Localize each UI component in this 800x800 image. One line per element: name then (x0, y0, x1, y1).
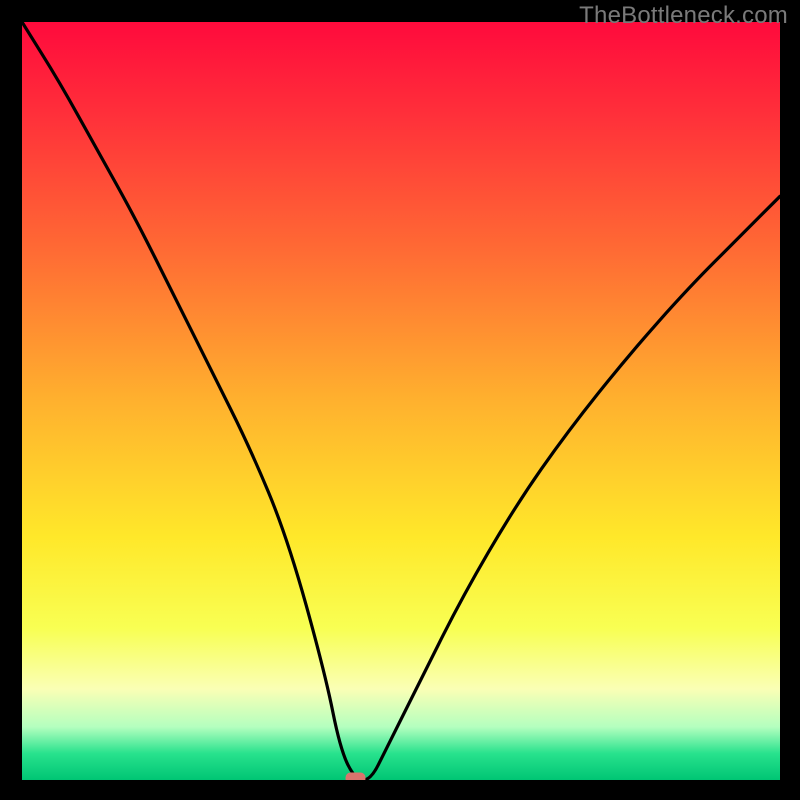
chart-frame: TheBottleneck.com (0, 0, 800, 800)
watermark-text: TheBottleneck.com (579, 2, 788, 30)
plot-area (22, 22, 780, 780)
gradient-background (22, 22, 780, 780)
bottleneck-chart (22, 22, 780, 780)
minimum-marker (346, 773, 366, 781)
